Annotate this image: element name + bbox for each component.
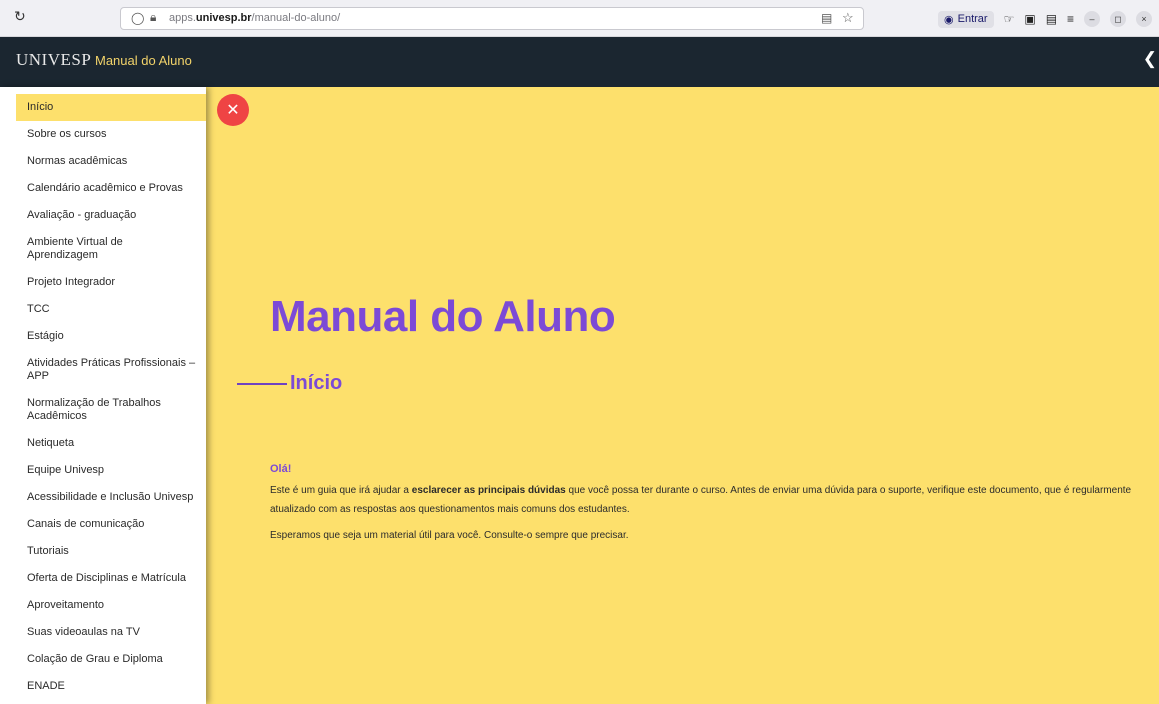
sidebar-item[interactable]: Oferta de Disciplinas e Matrícula — [0, 565, 206, 592]
sidebar-item[interactable]: Pós-Graduação — [0, 700, 206, 704]
share-icon[interactable]: ❮ — [1143, 49, 1157, 69]
shield-icon[interactable]: ◯ — [131, 11, 144, 25]
section-title: Início — [290, 372, 343, 394]
browser-actions: ◉ Entrar ☞ ▣ ▤ ≡ – ◻ × — [938, 8, 1153, 30]
reload-icon[interactable]: ↻ — [14, 8, 26, 25]
sidebar-item[interactable]: Equipe Univesp — [0, 457, 206, 484]
univesp-logo[interactable]: UNIVESP — [16, 50, 91, 70]
main-content: Olá! Este é um guia que irá ajudar a esc… — [270, 460, 1142, 552]
page-title: Manual do Aluno — [270, 292, 616, 341]
closing-paragraph: Esperamos que seja um material útil para… — [270, 530, 629, 541]
maximize-icon[interactable]: ◻ — [1110, 11, 1127, 27]
close-icon: ✕ — [226, 102, 240, 119]
sidebar-item[interactable]: TCC — [0, 296, 206, 323]
sidebar-item[interactable]: Atividades Práticas Profissionais – APP — [0, 350, 206, 390]
sidebar-item[interactable]: Acessibilidade e Inclusão Univesp — [0, 484, 206, 511]
close-sidebar-button[interactable]: ✕ — [217, 94, 249, 126]
signin-button[interactable]: ◉ Entrar — [938, 10, 994, 28]
sidebar-item[interactable]: Estágio — [0, 323, 206, 350]
bookmark-star-icon[interactable]: ☆ — [842, 10, 854, 26]
sidebar-item[interactable]: Calendário acadêmico e Provas — [0, 175, 206, 202]
sidebar-item[interactable]: Ambiente Virtual de Aprendizagem — [0, 229, 206, 269]
header-title[interactable]: Manual do Aluno — [95, 53, 192, 68]
menu-icon[interactable]: ≡ — [1067, 12, 1074, 26]
browser-toolbar: ↻ ◯ 🔒︎ apps.univesp.br/manual-do-aluno/ … — [0, 0, 1159, 37]
app-header: UNIVESP Manual do Aluno ❮ — [0, 37, 1159, 87]
sidebar-item[interactable]: Aproveitamento — [0, 592, 206, 619]
sidebar-item[interactable]: Suas videoaulas na TV — [0, 619, 206, 646]
lock-icon[interactable]: 🔒︎ — [150, 10, 156, 25]
account-icon: ◉ — [944, 13, 954, 26]
sidebar-item[interactable]: Canais de comunicação — [0, 511, 206, 538]
extensions-icon[interactable]: ☞ — [1004, 12, 1015, 26]
sidebar-item[interactable]: Avaliação - graduação — [0, 202, 206, 229]
url-text[interactable]: apps.univesp.br/manual-do-aluno/ — [169, 12, 340, 24]
section-divider — [237, 383, 287, 385]
container-icon[interactable]: ▣ — [1024, 12, 1035, 26]
intro-paragraph: Este é um guia que irá ajudar a esclarec… — [270, 485, 1132, 515]
sidebar-item[interactable]: Colação de Grau e Diploma — [0, 646, 206, 673]
minimize-icon[interactable]: – — [1084, 11, 1101, 27]
sidebar-item[interactable]: Normas acadêmicas — [0, 148, 206, 175]
close-window-icon[interactable]: × — [1136, 11, 1153, 27]
sidebar-item[interactable]: Início — [16, 94, 206, 121]
reader-view-icon[interactable]: ▤ — [821, 11, 832, 25]
sidebar-item[interactable]: ENADE — [0, 673, 206, 700]
intro-emphasis: esclarecer as principais dúvidas — [411, 485, 566, 496]
greeting: Olá! — [270, 463, 292, 475]
sidebar-nav: Início Sobre os cursos Normas acadêmicas Ca… — [0, 87, 206, 704]
sidebar-item[interactable]: Netiqueta — [0, 430, 206, 457]
sidebar-item[interactable]: Sobre os cursos — [0, 121, 206, 148]
address-bar[interactable]: ◯ 🔒︎ apps.univesp.br/manual-do-aluno/ ▤ … — [120, 7, 864, 30]
sidebar-item[interactable]: Projeto Integrador — [0, 269, 206, 296]
sidebar-toggle-icon[interactable]: ▤ — [1046, 12, 1057, 26]
sidebar-item[interactable]: Tutoriais — [0, 538, 206, 565]
sidebar-item[interactable]: Normalização de Trabalhos Acadêmicos — [0, 390, 206, 430]
